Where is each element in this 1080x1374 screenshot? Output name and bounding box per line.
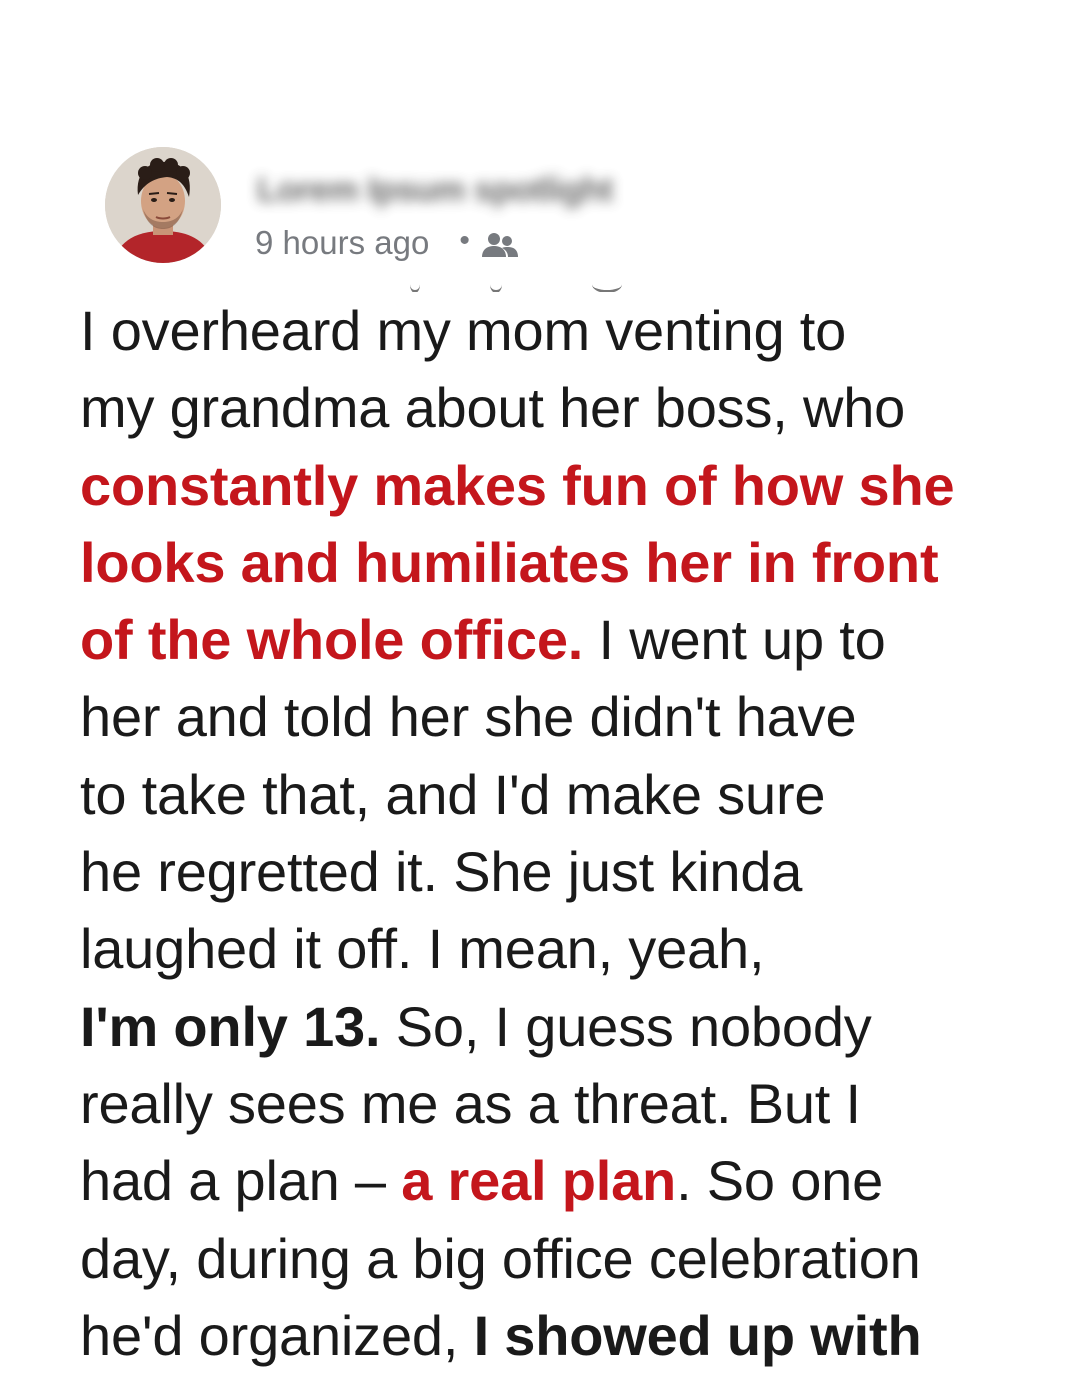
story-line: my grandma about her boss, who (80, 376, 906, 440)
post-timestamp[interactable]: 9 hours ago (255, 224, 429, 262)
author-name[interactable]: Lorem Ipsum spotlight (257, 171, 613, 210)
highlight-red-line: constantly makes fun of how she (80, 453, 955, 517)
post-meta: 9 hours ago • (255, 223, 520, 263)
post-header: Lorem Ipsum spotlight 9 hours ago • (105, 147, 905, 265)
story-line: he regretted it. She just kinda (80, 840, 803, 904)
highlight-bold-text: I'm only 13. (80, 994, 381, 1058)
highlight-red-text: of the whole office. (80, 608, 584, 672)
story-line: laughed it off. I mean, yeah, (80, 917, 765, 981)
friends-icon[interactable] (480, 229, 520, 261)
story-line: her and told her she didn't have (80, 685, 857, 749)
author-avatar[interactable] (105, 147, 221, 263)
highlight-red-line: looks and humiliates her in front (80, 530, 939, 594)
story-text: I went up to (583, 608, 886, 672)
story-line: day, during a big office celebration (80, 1226, 921, 1290)
post-body: I overheard my mom venting to my grandma… (80, 292, 1010, 1374)
highlight-bold-text: I showed up with (473, 1303, 922, 1367)
story-line: I'm only 13. So, I guess nobody (80, 988, 1010, 1065)
story-text: So, I guess nobody (380, 994, 872, 1058)
story-text: . So one (676, 1149, 884, 1213)
story-line: really sees me as a threat. But I (80, 1071, 861, 1135)
story-line: he'd organized, I showed up with (80, 1297, 1010, 1374)
story-line: I overheard my mom venting to (80, 299, 847, 362)
story-line: of the whole office. I went up to (80, 601, 1010, 678)
story-line: to take that, and I'd make sure (80, 762, 826, 826)
story-line: had a plan – a real plan. So one (80, 1142, 1010, 1219)
meta-separator: • (459, 224, 470, 257)
story-text: he'd organized, (80, 1303, 474, 1367)
story-text: had a plan – (80, 1149, 402, 1213)
clipped-text-fragment (80, 278, 780, 292)
highlight-red-text: a real plan (401, 1149, 677, 1213)
